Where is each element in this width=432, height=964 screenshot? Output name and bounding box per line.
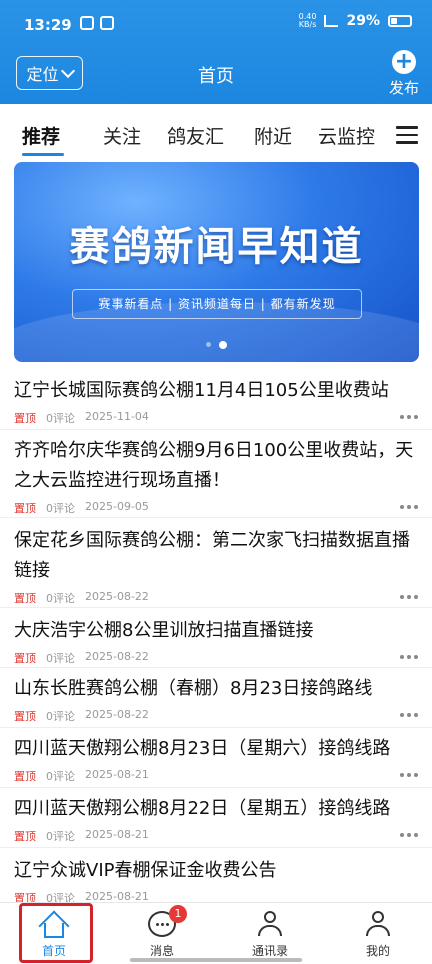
- news-meta: 置顶 0评论 2025-09-05: [14, 500, 149, 516]
- message-icon: 1: [147, 905, 187, 939]
- nav-messages-label: 消息: [149, 944, 174, 958]
- news-item[interactable]: 齐齐哈尔庆华赛鸽公棚9月6日100公里收费站，天之大云监控进行现场直播！ 置顶 …: [0, 430, 432, 518]
- news-title: 四川蓝天傲翔公棚8月22日（星期五）接鸽线路: [14, 798, 391, 819]
- comment-count: 0评论: [46, 412, 75, 425]
- signal-icon: [324, 15, 339, 27]
- battery-percent: 29%: [346, 13, 380, 29]
- news-title: 四川蓝天傲翔公棚8月23日（星期六）接鸽线路: [14, 738, 391, 759]
- more-icon[interactable]: [400, 595, 418, 599]
- comment-count: 0评论: [46, 830, 75, 843]
- more-icon[interactable]: [400, 415, 418, 419]
- more-icon[interactable]: [400, 833, 418, 837]
- pin-tag: 置顶: [14, 412, 36, 425]
- tab-recommend[interactable]: 推荐: [22, 122, 60, 149]
- tab-pigeon-club[interactable]: 鸽友汇: [167, 122, 224, 149]
- news-meta: 置顶 0评论 2025-08-22: [14, 650, 149, 666]
- nav-messages[interactable]: 1 消息: [108, 903, 216, 964]
- profile-icon: [363, 911, 393, 939]
- net-speed: 0.40 KB/s: [298, 12, 317, 29]
- comment-count: 0评论: [46, 770, 75, 783]
- publish-label: 发布: [388, 79, 419, 97]
- comment-count: 0评论: [46, 502, 75, 515]
- news-title: 大庆浩宇公棚8公里训放扫描直播链接: [14, 620, 314, 641]
- tab-cloud-monitor[interactable]: 云监控: [318, 122, 375, 149]
- status-bar: 13:29 0.40 KB/s 29%: [0, 0, 432, 48]
- comment-count: 0评论: [46, 592, 75, 605]
- nav-contacts[interactable]: 通讯录: [216, 903, 324, 964]
- home-indicator: [130, 958, 302, 962]
- nav-profile-label: 我的: [365, 944, 390, 958]
- plus-icon: +: [392, 50, 416, 74]
- status-time: 13:29: [24, 16, 72, 34]
- status-notification-icons: [80, 16, 114, 30]
- news-date: 2025-08-21: [85, 768, 149, 781]
- news-date: 2025-08-22: [85, 650, 149, 663]
- news-item[interactable]: 四川蓝天傲翔公棚8月22日（星期五）接鸽线路 置顶 0评论 2025-08-21: [0, 788, 432, 848]
- pin-tag: 置顶: [14, 652, 36, 665]
- banner-carousel[interactable]: 赛鸽新闻早知道 赛事新看点 | 资讯频道每日 | 都有新发现: [14, 162, 419, 362]
- more-icon[interactable]: [400, 713, 418, 717]
- news-date: 2025-08-21: [85, 828, 149, 841]
- carousel-dots: [14, 341, 419, 349]
- news-meta: 置顶 0评论 2025-11-04: [14, 410, 149, 426]
- news-meta: 置顶 0评论 2025-08-22: [14, 590, 149, 606]
- pin-tag: 置顶: [14, 710, 36, 723]
- news-item[interactable]: 辽宁长城国际赛鸽公棚11月4日105公里收费站 置顶 0评论 2025-11-0…: [0, 372, 432, 430]
- pin-tag: 置顶: [14, 830, 36, 843]
- notification-icon: [80, 16, 94, 30]
- banner-title: 赛鸽新闻早知道: [69, 224, 364, 270]
- category-tabs: 推荐 关注 鸽友汇 附近 云监控: [0, 104, 432, 160]
- carousel-dot-active[interactable]: [219, 341, 227, 349]
- news-date: 2025-11-04: [85, 410, 149, 423]
- news-item[interactable]: 四川蓝天傲翔公棚8月23日（星期六）接鸽线路 置顶 0评论 2025-08-21: [0, 728, 432, 788]
- news-title: 辽宁长城国际赛鸽公棚11月4日105公里收费站: [14, 380, 389, 401]
- news-meta: 置顶 0评论 2025-08-21: [14, 768, 149, 784]
- unread-badge: 1: [169, 905, 187, 923]
- tab-follow[interactable]: 关注: [103, 122, 141, 149]
- header: 13:29 0.40 KB/s 29% 定位 首页 + 发布: [0, 0, 432, 104]
- news-meta: 置顶 0评论 2025-08-22: [14, 708, 149, 724]
- news-date: 2025-08-22: [85, 708, 149, 721]
- news-date: 2025-08-22: [85, 590, 149, 603]
- news-item[interactable]: 辽宁众诚VIP春棚保证金收费公告 置顶 0评论 2025-08-21: [0, 848, 432, 905]
- more-icon[interactable]: [400, 655, 418, 659]
- active-tab-indicator: [22, 153, 64, 156]
- pin-tag: 置顶: [14, 592, 36, 605]
- battery-icon: [388, 15, 412, 27]
- banner-subtitle: 赛事新看点 | 资讯频道每日 | 都有新发现: [72, 289, 362, 319]
- comment-count: 0评论: [46, 710, 75, 723]
- menu-icon[interactable]: [396, 126, 418, 144]
- news-date: 2025-09-05: [85, 500, 149, 513]
- pin-tag: 置顶: [14, 502, 36, 515]
- tab-nearby[interactable]: 附近: [254, 122, 292, 149]
- pin-tag: 置顶: [14, 770, 36, 783]
- news-meta: 置顶 0评论 2025-08-21: [14, 828, 149, 844]
- news-title: 齐齐哈尔庆华赛鸽公棚9月6日100公里收费站，天之大云监控进行现场直播！: [14, 440, 414, 491]
- nav-profile[interactable]: 我的: [324, 903, 432, 964]
- news-title: 山东长胜赛鸽公棚（春棚）8月23日接鸽路线: [14, 678, 373, 699]
- carousel-dot[interactable]: [206, 342, 211, 347]
- news-item[interactable]: 保定花乡国际赛鸽公棚：第二次家飞扫描数据直播链接 置顶 0评论 2025-08-…: [0, 518, 432, 608]
- app-bar: 定位 首页 + 发布: [0, 48, 432, 104]
- nav-contacts-label: 通讯录: [251, 944, 288, 958]
- status-right: 0.40 KB/s 29%: [299, 13, 412, 29]
- app-icon: [100, 16, 114, 30]
- contacts-icon: [255, 911, 285, 939]
- news-title: 保定花乡国际赛鸽公棚：第二次家飞扫描数据直播链接: [14, 530, 410, 581]
- highlight-box: [19, 903, 93, 963]
- news-item[interactable]: 山东长胜赛鸽公棚（春棚）8月23日接鸽路线 置顶 0评论 2025-08-22: [0, 668, 432, 728]
- page-title: 首页: [198, 66, 234, 87]
- news-item[interactable]: 大庆浩宇公棚8公里训放扫描直播链接 置顶 0评论 2025-08-22: [0, 608, 432, 668]
- more-icon[interactable]: [400, 505, 418, 509]
- publish-button[interactable]: + 发布: [386, 50, 422, 98]
- comment-count: 0评论: [46, 652, 75, 665]
- more-icon[interactable]: [400, 773, 418, 777]
- news-title: 辽宁众诚VIP春棚保证金收费公告: [14, 860, 277, 881]
